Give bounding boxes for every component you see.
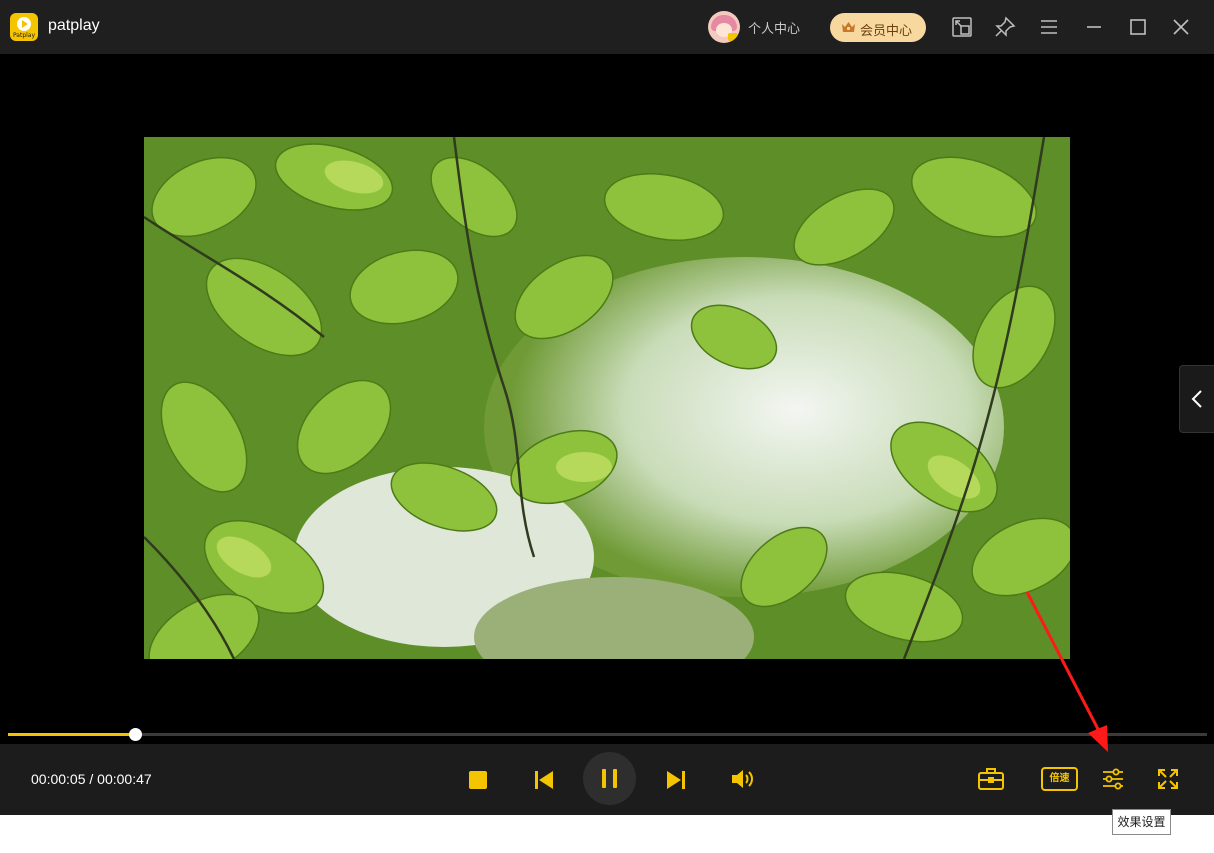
progress-handle[interactable] [129, 728, 143, 741]
effect-settings-button[interactable] [1100, 766, 1126, 792]
effect-settings-tooltip: 效果设置 [1112, 809, 1171, 835]
player-window: Patplay patplay 个人中心 会员中心 00:00:05 / 00:… [0, 0, 1214, 815]
user-avatar[interactable] [708, 11, 740, 43]
pin-icon [995, 16, 1016, 37]
pause-button[interactable] [583, 752, 636, 805]
toolbox-button[interactable] [976, 765, 1006, 793]
video-image [144, 137, 1070, 659]
close-button[interactable] [1167, 13, 1195, 41]
time-display: 00:00:05 / 00:00:47 [31, 771, 152, 787]
skip-previous-icon [535, 771, 553, 789]
stop-icon [469, 771, 487, 789]
close-icon [1173, 19, 1189, 35]
mini-mode-icon [952, 17, 972, 37]
volume-icon [732, 770, 753, 788]
title-bar[interactable]: Patplay patplay 个人中心 会员中心 [0, 0, 1214, 54]
fullscreen-icon [1158, 769, 1178, 789]
video-frame[interactable] [144, 137, 1070, 659]
maximize-button[interactable] [1124, 13, 1152, 41]
user-center-link[interactable]: 个人中心 [748, 18, 800, 37]
maximize-icon [1130, 19, 1146, 35]
menu-icon [1041, 20, 1057, 34]
mini-mode-button[interactable] [948, 13, 976, 41]
control-bar: 00:00:05 / 00:00:47 倍速 [0, 744, 1214, 815]
vip-center-label: 会员中心 [860, 24, 913, 39]
vip-center-button[interactable]: 会员中心 [830, 13, 926, 42]
toolbox-icon [978, 768, 1004, 790]
logo-text: Patplay [12, 32, 36, 39]
app-title: patplay [48, 17, 100, 34]
crown-icon [842, 22, 855, 32]
previous-button[interactable] [532, 768, 556, 792]
progress-fill [8, 733, 136, 736]
progress-bar[interactable] [8, 728, 1207, 741]
chevron-left-icon [1191, 390, 1202, 408]
side-panel-toggle[interactable] [1179, 365, 1214, 433]
stop-button[interactable] [466, 768, 490, 792]
sliders-icon [1103, 768, 1123, 790]
main-menu-button[interactable] [1035, 13, 1063, 41]
app-logo-icon: Patplay [10, 13, 38, 41]
minimize-button[interactable] [1080, 13, 1108, 41]
pin-button[interactable] [991, 13, 1019, 41]
next-button[interactable] [664, 768, 688, 792]
volume-button[interactable] [729, 766, 755, 792]
pause-icon [602, 769, 617, 788]
playback-speed-button[interactable]: 倍速 [1041, 767, 1078, 791]
minimize-icon [1087, 26, 1101, 28]
skip-next-icon [667, 771, 685, 789]
fullscreen-button[interactable] [1155, 766, 1181, 792]
